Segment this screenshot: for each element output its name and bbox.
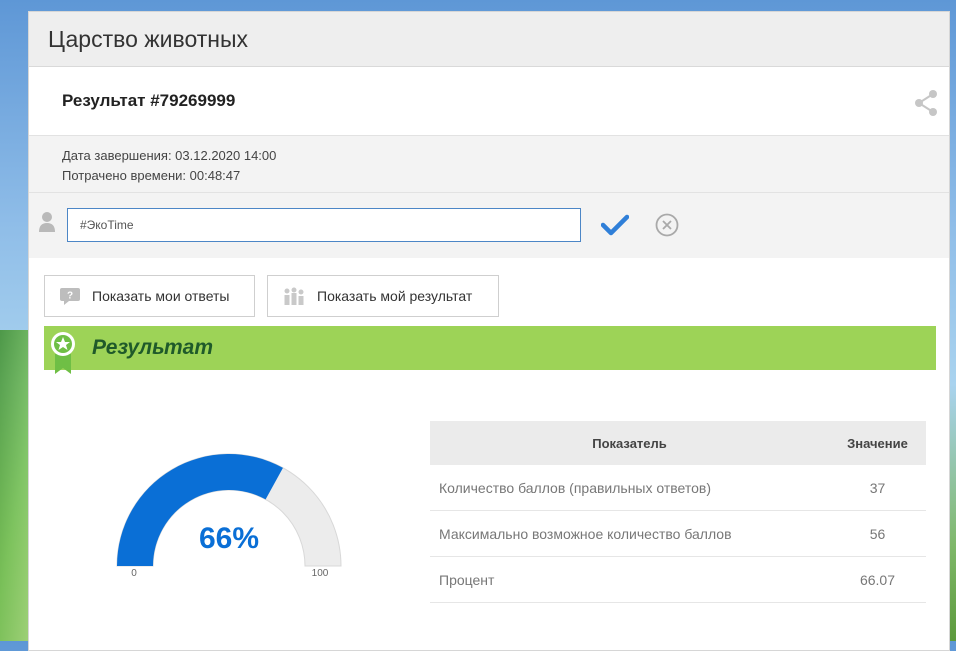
svg-text:?: ?	[67, 291, 73, 302]
table-row: Процент 66.07	[430, 556, 926, 603]
result-header: Результат #79269999	[29, 67, 949, 136]
gauge-min-label: 0	[131, 568, 137, 579]
show-result-label: Показать мой результат	[317, 288, 473, 304]
row-name: Процент	[430, 556, 829, 603]
completion-date: Дата завершения: 03.12.2020 14:00	[62, 148, 277, 163]
gauge-max-label: 100	[312, 568, 329, 579]
checkmark-icon[interactable]	[601, 214, 629, 236]
show-answers-button[interactable]: ? Показать мои ответы	[44, 275, 255, 317]
row-value: 37	[829, 465, 926, 511]
result-title: Результат #79269999	[62, 91, 236, 110]
main-panel: Царство животных Результат #79269999 Дат…	[28, 11, 950, 651]
result-banner: Результат	[44, 326, 936, 374]
row-value: 66.07	[829, 556, 926, 603]
banner-title: Результат	[92, 336, 214, 359]
question-icon: ?	[60, 288, 80, 305]
row-value: 56	[829, 510, 926, 557]
result-table: Показатель Значение Количество баллов (п…	[430, 421, 926, 603]
row-name: Количество баллов (правильных ответов)	[430, 465, 829, 511]
show-result-button[interactable]: Показать мой результат	[267, 275, 499, 317]
column-header-value: Значение	[829, 421, 926, 465]
tag-row	[29, 193, 949, 258]
show-answers-label: Показать мои ответы	[92, 288, 230, 304]
page-title: Царство животных	[48, 25, 249, 52]
award-badge-icon	[51, 332, 75, 374]
user-icon	[39, 212, 55, 232]
gauge-percent-label: 66%	[199, 522, 259, 555]
table-header-row: Показатель Значение	[430, 421, 926, 465]
table-row: Количество баллов (правильных ответов) 3…	[430, 465, 926, 511]
progress-gauge: 66% 0 100	[116, 453, 342, 579]
table-row: Максимально возможное количество баллов …	[430, 510, 926, 557]
chart-icon	[284, 287, 304, 305]
close-circle-icon[interactable]	[655, 213, 679, 237]
tag-input[interactable]	[67, 208, 581, 242]
result-meta: Дата завершения: 03.12.2020 14:00 Потрач…	[29, 136, 949, 193]
time-spent: Потрачено времени: 00:48:47	[62, 168, 241, 183]
column-header-indicator: Показатель	[430, 421, 829, 465]
row-name: Максимально возможное количество баллов	[430, 510, 829, 557]
page-header: Царство животных	[29, 12, 949, 67]
share-icon[interactable]	[913, 89, 939, 117]
